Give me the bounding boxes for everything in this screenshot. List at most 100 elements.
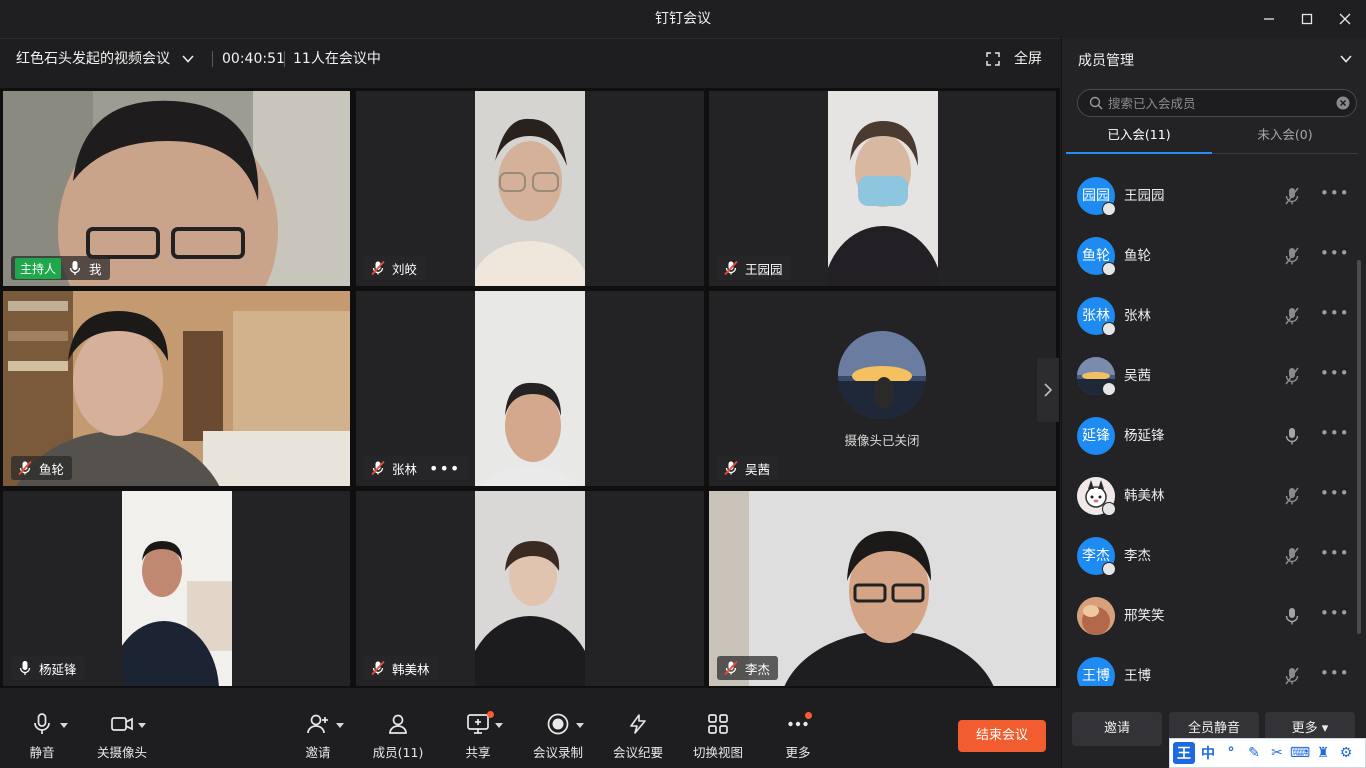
member-more-button[interactable]: •••: [1320, 364, 1350, 382]
caret-down-icon[interactable]: [495, 723, 503, 728]
video-tile[interactable]: 李杰: [709, 491, 1056, 686]
list-item[interactable]: 园园 王园园 •••: [1062, 166, 1352, 226]
mic-muted-icon[interactable]: [1283, 186, 1301, 206]
tool-label: 会议纪要: [612, 745, 663, 760]
invite-button[interactable]: 邀请: [282, 704, 354, 768]
list-item[interactable]: 张林 张林 •••: [1062, 286, 1352, 346]
tile-label: 鱼轮: [11, 456, 73, 480]
tab-joined[interactable]: 已入会(11): [1066, 124, 1212, 154]
mic-muted-icon[interactable]: [1283, 366, 1301, 386]
more-button[interactable]: 更多: [762, 704, 834, 768]
tool-label: 共享: [465, 745, 491, 760]
mic-icon[interactable]: [1283, 606, 1301, 626]
tile-more-button[interactable]: •••: [429, 459, 460, 478]
share-button[interactable]: 共享: [442, 704, 514, 768]
record-button[interactable]: 会议录制: [522, 704, 594, 768]
search-input[interactable]: [1108, 92, 1328, 114]
participant-name: 刘皎: [392, 261, 418, 277]
member-name: 张林: [1124, 308, 1151, 324]
tool-label: 静音: [29, 745, 55, 760]
switch-view-button[interactable]: 切换视图: [682, 704, 754, 768]
panel-title: 成员管理: [1078, 53, 1134, 69]
mic-icon[interactable]: [1283, 426, 1301, 446]
video-tile[interactable]: 鱼轮: [3, 291, 350, 486]
video-tile[interactable]: 韩美林: [356, 491, 704, 686]
device-badge: [1102, 562, 1116, 576]
minutes-button[interactable]: 会议纪要: [602, 704, 674, 768]
next-page-button[interactable]: [1037, 358, 1059, 422]
caret-down-icon[interactable]: [576, 723, 584, 728]
divider: [212, 51, 213, 67]
close-icon[interactable]: [1334, 8, 1356, 30]
video-tile[interactable]: 刘皎: [356, 91, 704, 286]
list-item[interactable]: 王博 王博 •••: [1062, 646, 1352, 686]
participant-name: 王园园: [745, 261, 783, 277]
ime-mode[interactable]: 中: [1198, 743, 1218, 763]
panel-invite-button[interactable]: 邀请: [1072, 712, 1162, 746]
member-more-button[interactable]: •••: [1320, 304, 1350, 322]
mic-muted-icon: [370, 660, 386, 676]
mic-muted-icon[interactable]: [1283, 546, 1301, 566]
member-name: 鱼轮: [1124, 248, 1151, 264]
scrollbar[interactable]: [1357, 260, 1361, 634]
search-icon: [1089, 96, 1103, 110]
member-more-button[interactable]: •••: [1320, 484, 1350, 502]
fullscreen-button[interactable]: 全屏: [1014, 39, 1042, 79]
punctuation-icon[interactable]: °: [1221, 743, 1241, 763]
camera-off-button[interactable]: 关摄像头: [86, 704, 158, 768]
chevron-down-icon[interactable]: [1338, 51, 1354, 67]
minimize-icon[interactable]: [1258, 8, 1280, 30]
member-more-button[interactable]: •••: [1320, 244, 1350, 262]
mute-button[interactable]: 静音: [6, 704, 78, 768]
member-more-button[interactable]: •••: [1320, 184, 1350, 202]
ime-logo[interactable]: 王: [1173, 742, 1195, 764]
list-item[interactable]: 鱼轮 鱼轮 •••: [1062, 226, 1352, 286]
member-more-button[interactable]: •••: [1320, 424, 1350, 442]
mic-muted-icon[interactable]: [1283, 486, 1301, 506]
scissors-icon[interactable]: ✂: [1267, 743, 1287, 763]
keyboard-icon[interactable]: ⌨: [1290, 743, 1310, 763]
mic-muted-icon[interactable]: [1283, 306, 1301, 326]
settings-icon[interactable]: ⚙: [1336, 743, 1356, 763]
member-more-button[interactable]: •••: [1320, 544, 1350, 562]
caret-down-icon[interactable]: [60, 723, 68, 728]
members-button[interactable]: 成员(11): [362, 704, 434, 768]
list-item[interactable]: 延锋 杨延锋 •••: [1062, 406, 1352, 466]
list-item[interactable]: 韩美林 •••: [1062, 466, 1352, 526]
participant-name: 张林: [392, 461, 418, 477]
member-list: 园园 王园园 ••• 鱼轮 鱼轮 ••• 张林 张林 ••• 吴茜 ••• 延锋…: [1062, 166, 1352, 686]
participant-count: 11人在会议中: [293, 51, 381, 67]
end-meeting-button[interactable]: 结束会议: [958, 720, 1046, 752]
video-tile[interactable]: 主持人 我: [3, 91, 350, 286]
tile-label: 杨延锋: [11, 656, 85, 680]
chevron-down-icon[interactable]: [180, 51, 196, 67]
caret-down-icon[interactable]: [138, 723, 146, 728]
member-more-button[interactable]: •••: [1320, 604, 1350, 622]
mic-muted-icon: [17, 460, 33, 476]
member-search[interactable]: [1077, 89, 1357, 117]
list-item[interactable]: 吴茜 •••: [1062, 346, 1352, 406]
caret-down-icon[interactable]: [336, 723, 344, 728]
mic-muted-icon: [370, 460, 386, 476]
camera-off-text: 摄像头已关闭: [844, 433, 920, 448]
tab-not-joined[interactable]: 未入会(0): [1212, 124, 1358, 154]
mic-muted-icon[interactable]: [1283, 666, 1301, 686]
pen-icon[interactable]: ✎: [1244, 743, 1264, 763]
list-item[interactable]: 邢笑笑 •••: [1062, 586, 1352, 646]
divider: [284, 51, 285, 67]
meeting-title[interactable]: 红色石头发起的视频会议: [16, 39, 170, 79]
fullscreen-icon[interactable]: [986, 52, 1000, 66]
clear-icon[interactable]: [1336, 96, 1350, 110]
mic-muted-icon[interactable]: [1283, 246, 1301, 266]
member-more-button[interactable]: •••: [1320, 664, 1350, 682]
tool-label: 更多: [785, 745, 811, 760]
video-tile[interactable]: 杨延锋: [3, 491, 350, 686]
skin-icon[interactable]: ♜: [1313, 743, 1333, 763]
list-item[interactable]: 李杰 李杰 •••: [1062, 526, 1352, 586]
ime-toolbar[interactable]: 王 中 ° ✎ ✂ ⌨ ♜ ⚙: [1169, 738, 1366, 768]
users-icon: [389, 714, 407, 734]
tile-label: 王园园: [717, 256, 791, 280]
video-tile[interactable]: 张林 •••: [356, 291, 704, 486]
video-tile[interactable]: 王园园: [709, 91, 1056, 286]
maximize-icon[interactable]: [1296, 8, 1318, 30]
